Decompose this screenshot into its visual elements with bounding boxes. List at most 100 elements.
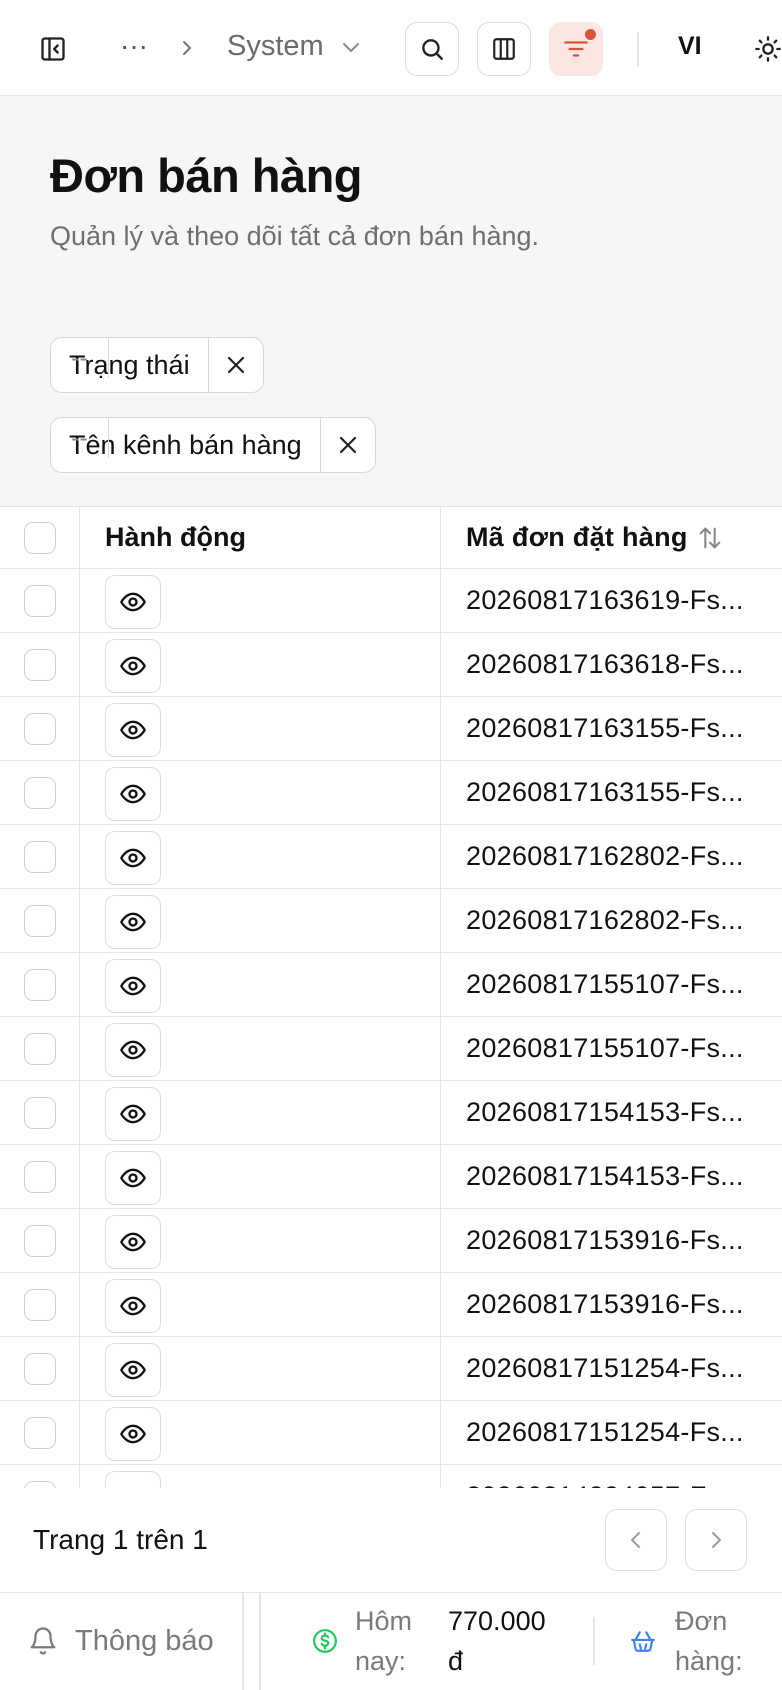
view-order-button[interactable] [105, 1151, 161, 1205]
view-order-button[interactable] [105, 767, 161, 821]
row-checkbox[interactable] [23, 1480, 56, 1488]
table-row[interactable]: 20260817151254-Fs... [0, 1401, 782, 1465]
row-checkbox[interactable] [23, 1416, 56, 1449]
row-checkbox[interactable] [23, 1288, 56, 1321]
table-row[interactable]: 20260817153916-Fs... [0, 1273, 782, 1337]
row-checkbox[interactable] [23, 1160, 56, 1193]
row-checkbox[interactable] [23, 648, 56, 681]
view-order-button[interactable] [105, 575, 161, 629]
select-all-checkbox[interactable] [23, 521, 56, 554]
row-checkbox[interactable] [23, 1096, 56, 1129]
breadcrumb-current[interactable]: System [227, 30, 324, 63]
column-header-action: Hành động [105, 522, 246, 552]
eye-icon [120, 656, 146, 676]
row-checkbox[interactable] [23, 1352, 56, 1385]
row-checkbox[interactable] [23, 904, 56, 937]
view-order-button[interactable] [105, 639, 161, 693]
row-checkbox[interactable] [23, 584, 56, 617]
order-code: 20260817151254-Fs... [466, 1353, 744, 1383]
view-order-button[interactable] [105, 895, 161, 949]
today-label-line2: nay: [355, 1646, 407, 1676]
row-action-cell [80, 1209, 441, 1272]
eye-icon [120, 1232, 146, 1252]
table-row[interactable]: 20260814224057-Fs... [0, 1465, 782, 1488]
row-checkbox[interactable] [23, 1224, 56, 1257]
columns-button[interactable] [477, 22, 531, 76]
view-order-button[interactable] [105, 703, 161, 757]
eye-icon [120, 848, 146, 868]
topbar-divider [637, 32, 639, 66]
chevron-down-icon[interactable] [340, 38, 362, 58]
order-code: 20260817163155-Fs... [466, 713, 744, 743]
pagination-info: Trang 1 trên 1 [33, 1524, 208, 1555]
orders-table: Hành động Mã đơn đặt hàng 20260817163619… [0, 506, 782, 1488]
order-code: 20260817151254-Fs... [466, 1417, 744, 1447]
row-checkbox[interactable] [23, 968, 56, 1001]
row-action-cell [80, 1401, 441, 1464]
filter-channel[interactable]: Tên kênh bán hàng -- [50, 417, 376, 473]
breadcrumb-more[interactable]: ··· [120, 30, 148, 62]
columns-icon [493, 38, 515, 60]
table-row[interactable]: 20260817162802-Fs... [0, 825, 782, 889]
language-switcher[interactable]: VI [678, 32, 702, 61]
view-order-button[interactable] [105, 1471, 161, 1488]
filter-button[interactable] [549, 22, 603, 76]
view-order-button[interactable] [105, 959, 161, 1013]
table-row[interactable]: 20260817163155-Fs... [0, 761, 782, 825]
row-action-cell [80, 825, 441, 888]
row-checkbox[interactable] [23, 840, 56, 873]
row-action-cell [80, 889, 441, 952]
close-icon [339, 436, 356, 454]
clear-filter-channel-button[interactable] [321, 418, 375, 472]
notifications-button[interactable]: Thông báo [0, 1593, 242, 1690]
order-code: 20260814224057-Fs... [466, 1465, 782, 1488]
search-button[interactable] [405, 22, 459, 76]
view-order-button[interactable] [105, 831, 161, 885]
view-order-button[interactable] [105, 1279, 161, 1333]
row-action-cell [80, 1017, 441, 1080]
table-row[interactable]: 20260817153916-Fs... [0, 1209, 782, 1273]
next-page-button[interactable] [685, 1509, 747, 1571]
order-code: 20260817162802-Fs... [466, 905, 744, 935]
theme-toggle-sun-icon[interactable] [754, 34, 782, 64]
sort-icon[interactable] [696, 524, 724, 552]
row-checkbox[interactable] [23, 776, 56, 809]
order-code: 20260817163619-Fs... [466, 585, 744, 615]
close-icon [227, 356, 244, 374]
filter-status[interactable]: Trạng thái -- [50, 337, 264, 393]
row-action-cell [80, 697, 441, 760]
view-order-button[interactable] [105, 1023, 161, 1077]
top-bar: ··· System VI [0, 0, 782, 96]
filter-channel-value[interactable]: -- [51, 418, 109, 458]
clear-filter-status-button[interactable] [209, 338, 263, 392]
table-row[interactable]: 20260817155107-Fs... [0, 953, 782, 1017]
column-header-order-code[interactable]: Mã đơn đặt hàng [466, 507, 782, 568]
filter-status-value[interactable]: -- [51, 338, 109, 378]
table-row[interactable]: 20260817154153-Fs... [0, 1145, 782, 1209]
sidebar-toggle-icon[interactable] [36, 32, 70, 66]
order-code: 20260817162802-Fs... [466, 841, 744, 871]
view-order-button[interactable] [105, 1215, 161, 1269]
table-row[interactable]: 20260817163618-Fs... [0, 633, 782, 697]
row-checkbox[interactable] [23, 1032, 56, 1065]
view-order-button[interactable] [105, 1407, 161, 1461]
bell-icon [30, 1627, 56, 1655]
table-row[interactable]: 20260817154153-Fs... [0, 1081, 782, 1145]
table-row[interactable]: 20260817162802-Fs... [0, 889, 782, 953]
row-action-cell [80, 633, 441, 696]
row-checkbox[interactable] [23, 712, 56, 745]
row-select-cell [0, 825, 80, 888]
notifications-label: Thông báo [75, 1625, 214, 1657]
table-row[interactable]: 20260817151254-Fs... [0, 1337, 782, 1401]
today-label-line1: Hôm [355, 1606, 413, 1636]
eye-icon [120, 784, 146, 804]
today-revenue-line2: đ [448, 1646, 464, 1676]
row-select-cell [0, 1017, 80, 1080]
table-row[interactable]: 20260817163155-Fs... [0, 697, 782, 761]
chevron-right-icon [712, 1532, 722, 1548]
view-order-button[interactable] [105, 1343, 161, 1397]
view-order-button[interactable] [105, 1087, 161, 1141]
previous-page-button[interactable] [605, 1509, 667, 1571]
table-row[interactable]: 20260817163619-Fs... [0, 569, 782, 633]
table-row[interactable]: 20260817155107-Fs... [0, 1017, 782, 1081]
